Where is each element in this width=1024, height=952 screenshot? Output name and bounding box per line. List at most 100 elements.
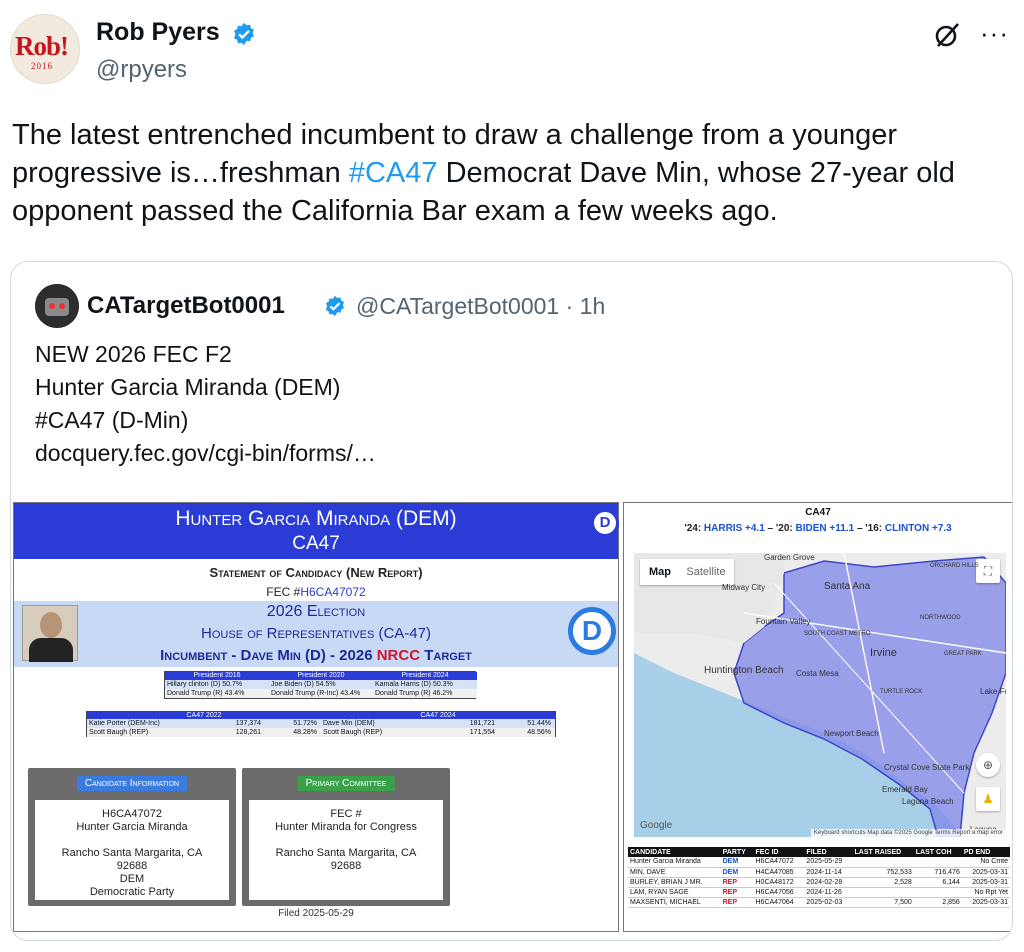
democratic-logo-icon: D: [591, 509, 619, 537]
table-header: President 2024: [373, 672, 477, 680]
table-cell: 2025-05-29: [804, 857, 853, 868]
author-handle[interactable]: @rpyers: [96, 56, 187, 84]
table-cell: 2,528: [852, 877, 914, 888]
table-row: Scott Baugh (REP) 128,261 48.28%: [87, 728, 321, 737]
fec-id: H6CA47072: [300, 585, 366, 599]
info-line: 92688: [116, 860, 148, 872]
margin-label: – '20:: [764, 523, 796, 534]
table-cell: Scott Baugh (REP): [323, 729, 383, 736]
map-label: Costa Mesa: [796, 669, 839, 678]
table-cell: H0CA48172: [753, 877, 805, 888]
margin-label: – '16:: [854, 523, 885, 534]
table-cell: REP: [720, 877, 754, 888]
table-cell: 51.72%: [293, 720, 317, 727]
table-cell: 137,374: [235, 720, 261, 727]
primary-committee-label: Primary Committee: [297, 776, 395, 791]
quoted-author-avatar[interactable]: [35, 284, 79, 328]
table-cell: 2025-03-31: [961, 877, 1010, 888]
more-options-icon[interactable]: ···: [980, 18, 1009, 49]
satellite-tab[interactable]: Satellite: [680, 559, 732, 585]
col-header: PD END: [961, 847, 1010, 857]
table-cell: Katie Porter (DEM-Inc): [89, 720, 160, 727]
col-header: LAST RAISED: [852, 847, 914, 857]
table-cell: LAM, RYAN SAGE: [628, 887, 721, 898]
quoted-link[interactable]: docquery.fec.gov/cgi-bin/forms/…: [35, 437, 935, 470]
map-type-toggle[interactable]: Map Satellite: [640, 559, 734, 585]
quoted-author-handle[interactable]: @CATargetBot0001 · 1h: [356, 293, 605, 320]
margin-value: CLINTON +7.3: [884, 523, 952, 534]
candidate-filing-image[interactable]: Hunter Garcia Miranda (DEM) CA47 D State…: [13, 502, 619, 932]
col-header: FILED: [804, 847, 853, 857]
recenter-icon[interactable]: ⊕: [976, 753, 1000, 777]
col-header: FEC ID: [753, 847, 805, 857]
info-line: Hunter Miranda for Congress: [275, 821, 417, 833]
grok-icon[interactable]: [932, 20, 962, 50]
table-row: BURLEY, BRIAN J MR. REP H0CA48172 2024-0…: [628, 877, 1010, 888]
avatar-year: 2016: [31, 61, 53, 71]
pegman-icon[interactable]: ♟: [976, 787, 1000, 811]
map-footer[interactable]: Keyboard shortcuts Map data ©2025 Google…: [810, 829, 1006, 837]
fec-number: FEC #H6CA47072: [14, 585, 618, 599]
district-label: CA47: [292, 533, 340, 554]
incumbent-line: Incumbent - Dave Min (D) - 2026 NRCC Tar…: [14, 647, 618, 664]
table-cell: 51.44%: [527, 720, 551, 727]
quoted-line: Hunter Garcia Miranda (DEM): [35, 374, 341, 400]
primary-committee-box: Primary Committee FEC # Hunter Miranda f…: [242, 768, 450, 906]
quoted-author-name[interactable]: CATargetBot0001: [87, 292, 285, 320]
table-cell: 2025-03-31: [961, 897, 1010, 908]
table-cell: 2,856: [913, 897, 962, 908]
table-cell: MAXSENTI, MICHAEL: [628, 897, 721, 908]
col-header: LAST COH: [913, 847, 962, 857]
map-label: Crystal Cove State Park: [884, 763, 970, 772]
quoted-tweet-text: NEW 2026 FEC F2 Hunter Garcia Miranda (D…: [35, 338, 935, 470]
table-cell: Dave Min (DEM): [323, 720, 375, 727]
map-label: Laguna Beach: [902, 797, 954, 806]
table-cell: BURLEY, BRIAN J MR.: [628, 877, 721, 888]
tweet-text: The latest entrenched incumbent to draw …: [12, 116, 1012, 230]
info-line: Rancho Santa Margarita, CA: [61, 847, 203, 859]
table-cell: 2024-11-26: [804, 887, 853, 898]
table-cell: 716,476: [913, 867, 962, 878]
target-text: Target: [420, 647, 472, 664]
quoted-timestamp[interactable]: · 1h: [566, 293, 606, 319]
map-tab[interactable]: Map: [640, 559, 680, 585]
info-line: FEC #: [330, 808, 362, 820]
quoted-line: NEW 2026 FEC F2: [35, 341, 232, 367]
table-cell: 2025-03-31: [961, 867, 1010, 878]
map-label: TURTLE ROCK: [880, 689, 923, 695]
primary-committee-content: FEC # Hunter Miranda for Congress Rancho…: [249, 800, 443, 900]
table-cell: Scott Baugh (REP): [89, 729, 149, 736]
table-cell: [852, 887, 914, 898]
table-cell: Kamala Harris (D) 50.3%: [373, 680, 477, 689]
table-cell: H6CA47064: [753, 897, 805, 908]
col-header: PARTY: [720, 847, 754, 857]
robot-avatar-icon: [35, 284, 79, 328]
map-label: Irvine: [870, 647, 897, 659]
table-cell: DEM: [720, 867, 754, 878]
table-cell: H4CA47085: [753, 867, 805, 878]
table-cell: 2025-02-03: [804, 897, 853, 908]
margin-summary: '24: HARRIS +4.1 – '20: BIDEN +11.1 – '1…: [624, 523, 1012, 534]
district-map-image[interactable]: CA47 '24: HARRIS +4.1 – '20: BIDEN +11.1…: [623, 502, 1012, 932]
statement-heading: Statement of Candidacy (New Report): [209, 565, 423, 580]
table-cell: REP: [720, 887, 754, 898]
map-label: Huntington Beach: [704, 665, 784, 676]
candidate-info-label: Candidate Information: [76, 776, 188, 791]
info-line: Democratic Party: [89, 886, 175, 898]
info-line: Hunter Garcia Miranda: [76, 821, 188, 833]
author-name[interactable]: Rob Pyers: [96, 18, 220, 47]
election-year: 2026 Election: [266, 603, 366, 620]
district-map[interactable]: Map Satellite ⛶ ⊕ ♟ Garden Grove Midway C…: [634, 553, 1006, 837]
author-avatar[interactable]: Rob! 2016: [10, 14, 80, 84]
quoted-tweet[interactable]: CATargetBot0001 @CATargetBot0001 · 1h NE…: [10, 261, 1013, 941]
table-cell: 2024-11-14: [804, 867, 853, 878]
map-graphic: [634, 553, 1006, 837]
map-label: Fountain Valley: [756, 617, 811, 626]
table-cell: H6CA47072: [753, 857, 805, 868]
hashtag-link[interactable]: #CA47: [349, 157, 438, 189]
info-line: 92688: [330, 860, 362, 872]
fullscreen-icon[interactable]: ⛶: [976, 559, 1000, 583]
map-label: Emerald Bay: [882, 785, 928, 794]
table-cell: 7,500: [852, 897, 914, 908]
table-cell: 181,721: [469, 720, 495, 727]
